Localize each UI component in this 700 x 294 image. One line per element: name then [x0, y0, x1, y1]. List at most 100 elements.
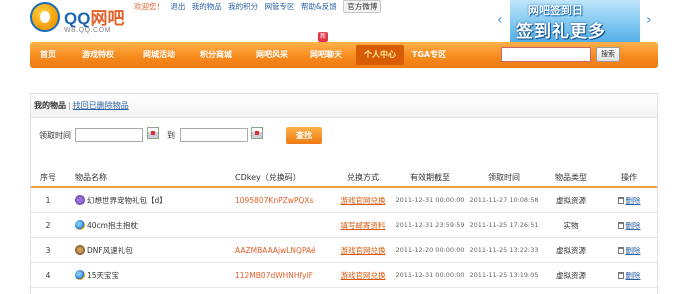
banner-prev-icon[interactable]: ‹: [497, 12, 503, 28]
row-name-cell: 15天宝宝: [65, 270, 235, 281]
checkin-banner[interactable]: 网吧签到日 签到礼更多: [510, 0, 640, 42]
delete-link[interactable]: 删除: [626, 246, 641, 255]
to-label: 到: [167, 131, 175, 140]
row-name-cell: DNF风速礼包: [65, 245, 235, 256]
table-row: 2 40cm抱主抱枕 填写邮寄资料 2011-12-31 23:59:59 20…: [31, 213, 657, 238]
nav-game-privileges[interactable]: 游戏特权: [66, 42, 130, 68]
table-row: 3 DNF风速礼包 AAZMBAAAjwLNQPAé 游戏官网兑换 2011-1…: [31, 238, 657, 263]
calendar-icon[interactable]: [251, 127, 263, 139]
row-op-cell: 删除: [601, 195, 657, 206]
row-cdkey: 1095807KnPZwPQXs: [235, 195, 314, 205]
nav-tga-zone[interactable]: TGA专区: [404, 42, 454, 68]
table-row: 4 15天宝宝 112MB07dWHNHfylF 游戏官网兑换 2011-12-…: [31, 263, 657, 288]
row-no: 1: [45, 195, 51, 205]
row-type: 虚拟资源: [556, 245, 586, 255]
row-expire: 2011-12-20 00:00:00: [395, 246, 465, 254]
row-received: 2011-11-25 13:19:05: [469, 271, 539, 279]
items-table: 序号 物品名称 CDkey（兑换码） 兑换方式 有效期截至 领取时间 物品类型 …: [31, 168, 657, 288]
panel-header: 我的物品 | 找回已删除物品: [31, 94, 657, 118]
row-received: 2011-11-27 10:08:58: [469, 196, 539, 204]
table-row: 1 幻想世界宠物礼包【d】 1095807KnPZwPQXs 游戏官网兑换 20…: [31, 188, 657, 213]
delete-link[interactable]: 删除: [626, 221, 641, 230]
row-no: 2: [45, 220, 51, 230]
my-items-link[interactable]: 我的物品: [192, 2, 222, 11]
row-name: 15天宝宝: [87, 270, 120, 280]
top-header: QQ网吧 WB.QQ.COM 欢迎您！ 退出 我的物品 我的积分 网管专区 帮助…: [0, 0, 700, 42]
help-feedback-link[interactable]: 帮助&反馈: [301, 2, 337, 11]
row-cdkey: AAZMBAAAjwLNQPAé: [235, 245, 316, 255]
row-method-link[interactable]: 填写邮寄资料: [333, 220, 393, 231]
trash-icon[interactable]: [617, 197, 624, 204]
row-received: 2011-11-25 13:22:33: [469, 246, 539, 254]
row-no: 4: [45, 270, 51, 280]
col-cdkey: CDkey（兑换码）: [235, 172, 301, 182]
top-links: 欢迎您！ 退出 我的物品 我的积分 网管专区 帮助&反馈 官方微博: [134, 0, 385, 13]
logo-text: QQ网吧: [64, 9, 125, 28]
row-op-cell: 删除: [601, 270, 657, 281]
row-method-link[interactable]: 游戏官网兑换: [333, 270, 393, 281]
row-type: 虚拟资源: [556, 195, 586, 205]
nav-points-mall[interactable]: 积分商城: [188, 42, 244, 68]
end-date-input[interactable]: [180, 128, 248, 142]
col-name: 物品名称: [75, 172, 107, 182]
receive-time-label: 领取时间: [39, 131, 71, 140]
find-button[interactable]: 查找: [286, 127, 322, 144]
row-name: 40cm抱主抱枕: [87, 220, 138, 230]
table-header: 序号 物品名称 CDkey（兑换码） 兑换方式 有效期截至 领取时间 物品类型 …: [31, 168, 657, 188]
nav-netbar-style[interactable]: 网吧风采: [244, 42, 300, 68]
site-search-button[interactable]: 搜索: [596, 47, 620, 62]
calendar-icon[interactable]: [147, 127, 159, 139]
row-type: 实物: [563, 220, 579, 230]
row-expire: 2011-12-31 23:59:59: [395, 221, 465, 229]
row-name-cell: 40cm抱主抱枕: [65, 220, 235, 231]
logout-link[interactable]: 退出: [170, 2, 185, 11]
col-received: 领取时间: [488, 172, 520, 182]
col-method: 兑换方式: [347, 172, 379, 182]
row-name-cell: 幻想世界宠物礼包【d】: [65, 195, 235, 206]
dnf-icon: [75, 245, 85, 255]
row-expire: 2011-12-31 00:00:00: [395, 271, 465, 279]
row-op-cell: 删除: [601, 245, 657, 256]
col-no: 序号: [40, 172, 56, 182]
official-weibo-button[interactable]: 官方微博: [343, 0, 382, 13]
admin-zone-link[interactable]: 网管专区: [265, 2, 295, 11]
site-search-input[interactable]: [501, 47, 591, 62]
qq-wangba-logo[interactable]: QQ网吧 WB.QQ.COM: [30, 2, 140, 40]
ie-icon: [75, 270, 85, 280]
nav-home[interactable]: 首页: [30, 42, 66, 68]
row-type: 虚拟资源: [556, 270, 586, 280]
my-points-link[interactable]: 我的积分: [228, 2, 258, 11]
start-date-input[interactable]: [75, 128, 143, 142]
row-received: 2011-11-25 17:26:51: [469, 221, 539, 229]
logo-url: WB.QQ.COM: [64, 27, 111, 34]
row-no: 3: [45, 245, 51, 255]
trash-icon[interactable]: [617, 272, 624, 279]
ie-icon: [75, 220, 85, 230]
nav-personal-center[interactable]: 个人中心: [356, 45, 404, 65]
butterfly-icon: [75, 195, 85, 205]
recover-deleted-link[interactable]: 找回已删除物品: [73, 101, 129, 110]
row-cdkey: 112MB07dWHNHfylF: [235, 270, 313, 280]
panel-separator: |: [68, 101, 71, 110]
row-method-link[interactable]: 游戏官网兑换: [333, 195, 393, 206]
row-op-cell: 删除: [601, 220, 657, 231]
col-type: 物品类型: [555, 172, 587, 182]
welcome-text: 欢迎您！: [134, 2, 164, 11]
my-items-panel: 我的物品 | 找回已删除物品 领取时间 到 查找 序号 物品名称 CDkey（兑换码…: [30, 93, 658, 294]
nav-netbar-chat[interactable]: 网吧聊天 新: [300, 32, 352, 68]
col-expire: 有效期截至: [410, 172, 450, 182]
main-nav: 首页 游戏特权 网城活动 积分商城 网吧风采 网吧聊天 新 个人中心 TGA专区…: [30, 32, 658, 68]
delete-link[interactable]: 删除: [626, 196, 641, 205]
trash-icon[interactable]: [617, 222, 624, 229]
col-operation: 操作: [621, 172, 637, 182]
delete-link[interactable]: 删除: [626, 271, 641, 280]
row-method-link[interactable]: 游戏官网兑换: [333, 245, 393, 256]
banner-next-icon[interactable]: ›: [646, 12, 652, 28]
trash-icon[interactable]: [617, 247, 624, 254]
row-name: 幻想世界宠物礼包【d】: [87, 195, 167, 205]
row-name: DNF风速礼包: [87, 245, 133, 255]
panel-title: 我的物品: [34, 101, 66, 110]
qq-penguin-icon: [30, 2, 60, 32]
new-badge: 新: [318, 32, 329, 42]
nav-events[interactable]: 网城活动: [130, 42, 188, 68]
